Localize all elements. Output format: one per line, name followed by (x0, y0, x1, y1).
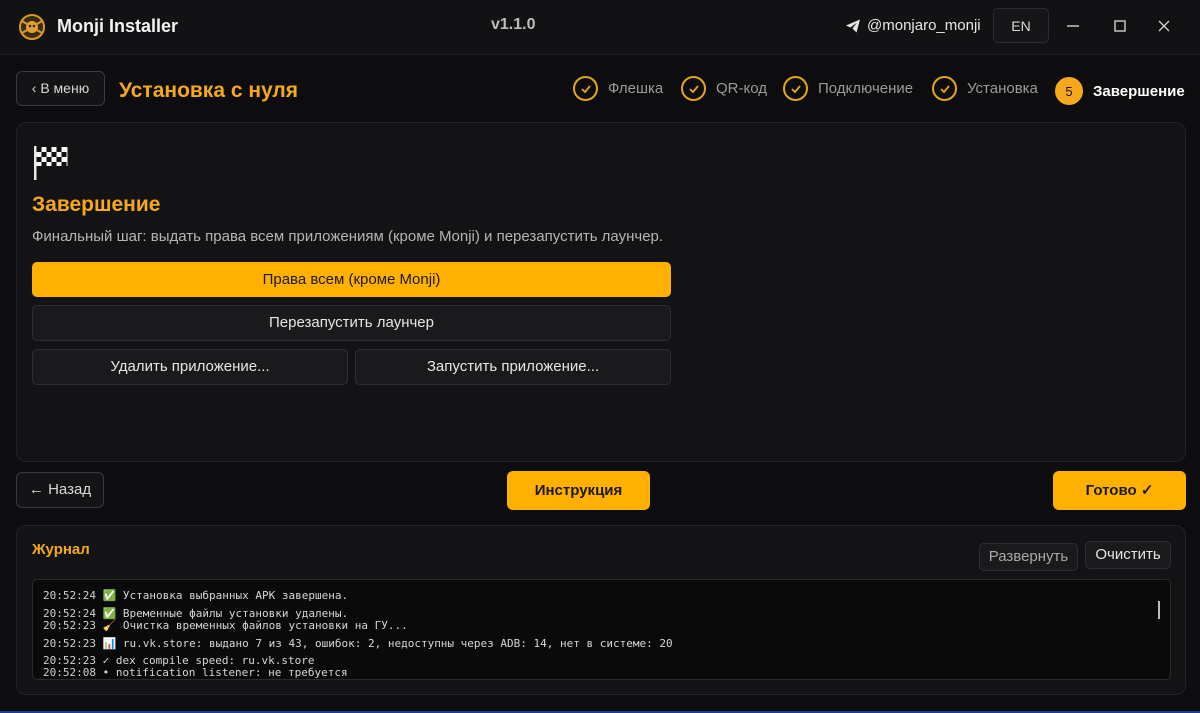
section-description: Финальный шаг: выдать права всем приложе… (32, 228, 664, 245)
telegram-icon (846, 19, 860, 32)
step-qr: QR-код (681, 76, 767, 101)
maximize-icon (1114, 20, 1126, 32)
step-finish: 5 Завершение (1055, 77, 1185, 105)
step-label: Завершение (1093, 82, 1185, 100)
step-connection: Подключение (783, 76, 913, 101)
clear-log-button[interactable]: Очистить (1085, 541, 1171, 569)
uninstall-app-button[interactable]: Удалить приложение... (32, 349, 348, 385)
page-title: Установка с нуля (119, 79, 299, 102)
log-title: Журнал (32, 541, 90, 558)
close-icon (1158, 20, 1170, 32)
telegram-handle: @monjaro_monji (867, 17, 981, 34)
log-output[interactable]: 20:52:24 ✅ Установка выбранных APK завер… (32, 579, 1171, 680)
done-button[interactable]: Готово ✓ (1053, 471, 1186, 510)
step-usb: Флешка (573, 76, 663, 101)
app-logo-icon (19, 14, 45, 40)
back-to-menu-button[interactable]: ‹ В меню (16, 71, 105, 106)
section-title: Завершение (32, 193, 161, 216)
telegram-link[interactable]: @monjaro_monji (845, 17, 981, 34)
step-install: Установка (932, 76, 1038, 101)
log-line: 20:52:23 📊 ru.vk.store: выдано 7 из 43, … (43, 637, 673, 650)
check-icon (783, 76, 808, 101)
check-icon (932, 76, 957, 101)
log-scrollbar[interactable] (1158, 601, 1160, 619)
log-line: 20:52:08 • notification listener: не тре… (43, 666, 348, 679)
minimize-icon (1067, 25, 1079, 27)
checkered-flag-icon (34, 146, 68, 180)
launch-app-button[interactable]: Запустить приложение... (355, 349, 671, 385)
step-label: Установка (967, 80, 1038, 97)
step-number-badge: 5 (1055, 77, 1083, 105)
instructions-button[interactable]: Инструкция (507, 471, 650, 510)
maximize-button[interactable] (1107, 13, 1133, 39)
minimize-button[interactable] (1060, 13, 1086, 39)
grant-permissions-button[interactable]: Права всем (кроме Monji) (32, 262, 671, 297)
log-line: 20:52:23 🧹 Очистка временных файлов уста… (43, 619, 408, 632)
close-button[interactable] (1151, 13, 1177, 39)
back-button[interactable]: ← Назад (16, 472, 104, 508)
check-icon (573, 76, 598, 101)
restart-launcher-button[interactable]: Перезапустить лаунчер (32, 305, 671, 341)
expand-log-button[interactable]: Развернуть (979, 543, 1078, 571)
step-label: QR-код (716, 80, 767, 97)
app-version: v1.1.0 (491, 16, 536, 33)
step-label: Подключение (818, 80, 914, 97)
step-label: Флешка (608, 80, 664, 97)
check-icon (681, 76, 706, 101)
language-button[interactable]: EN (993, 8, 1049, 43)
app-title: Monji Installer (57, 16, 179, 36)
log-line: 20:52:24 ✅ Установка выбранных APK завер… (43, 589, 349, 602)
